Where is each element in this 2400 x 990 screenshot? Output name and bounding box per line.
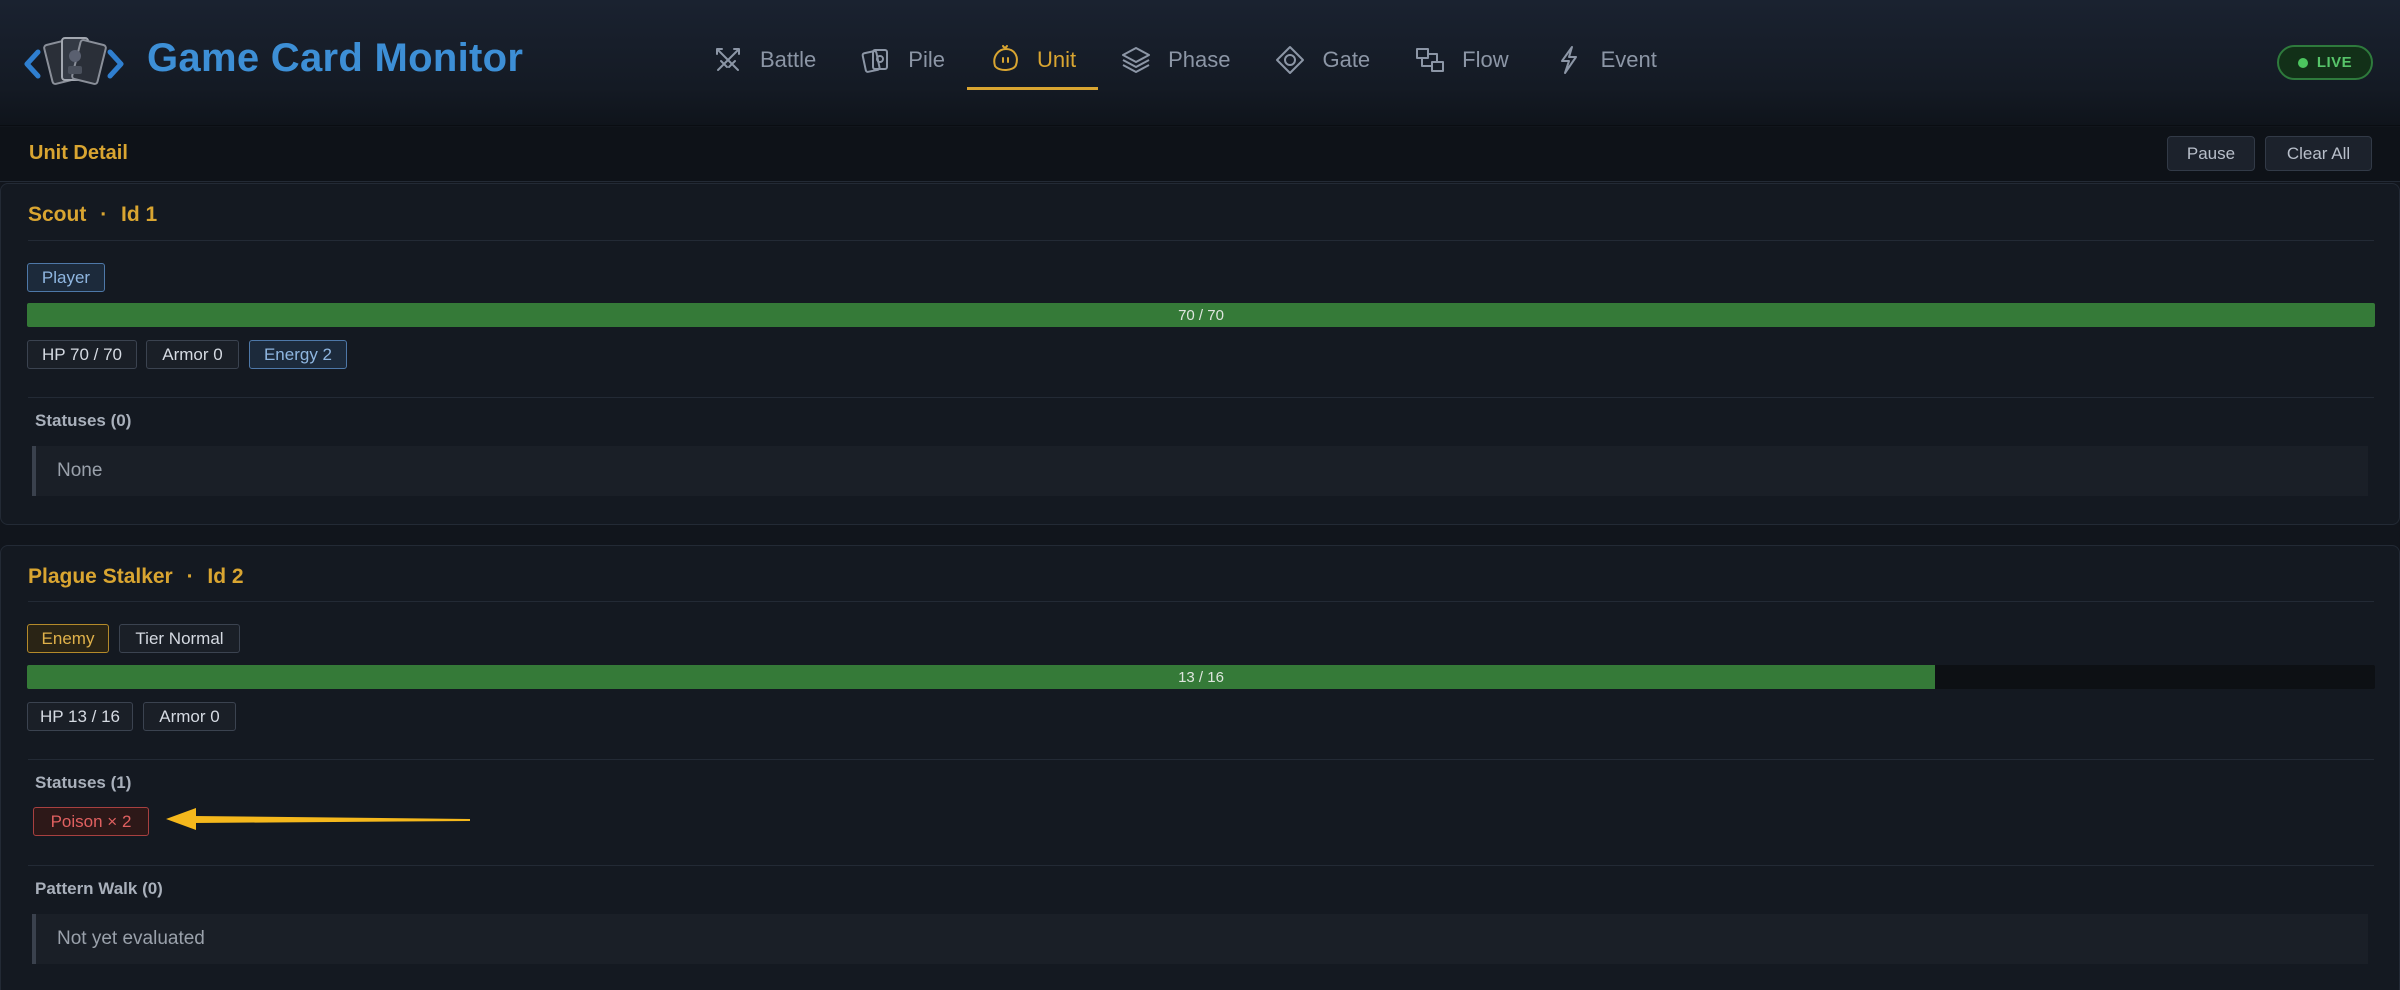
tab-flow[interactable]: Flow (1392, 30, 1530, 90)
layers-icon (1122, 47, 1151, 73)
app-title: Game Card Monitor (147, 36, 524, 80)
tab-battle[interactable]: Battle (690, 30, 838, 90)
main-nav: Battle Pile Unit Phase Gate Flow Event (690, 30, 1679, 90)
statuses-empty: None (32, 446, 2368, 496)
unit-card: Scout · Id 1 Player 70 / 70 HP 70 / 70 A… (0, 183, 2400, 525)
tab-gate-label: Gate (1322, 47, 1371, 72)
divider (28, 759, 2374, 760)
divider (28, 240, 2374, 241)
page-title: Unit Detail (29, 142, 128, 164)
divider (28, 397, 2374, 398)
energy-stat: Energy 2 (249, 340, 347, 369)
flow-icon (1416, 48, 1445, 72)
tab-pile[interactable]: Pile (838, 30, 967, 90)
detail-toolbar: Unit Detail (0, 127, 2400, 182)
swords-icon (716, 48, 740, 71)
tab-gate[interactable]: Gate (1252, 30, 1392, 90)
pattern-walk-empty: Not yet evaluated (32, 914, 2368, 964)
title-separator: · (100, 203, 108, 226)
armor-stat: Armor 0 (146, 340, 239, 369)
app-logo-icon[interactable] (22, 26, 126, 102)
unit-name: Plague Stalker (28, 565, 173, 588)
tab-phase-label: Phase (1168, 47, 1231, 72)
title-separator: · (186, 565, 194, 588)
tab-unit-label: Unit (1036, 47, 1077, 72)
bolt-icon (1560, 46, 1577, 74)
unit-id: Id 2 (207, 565, 244, 588)
tab-unit[interactable]: Unit (966, 30, 1099, 90)
status-badge-poison[interactable]: Poison × 2 (33, 807, 149, 836)
divider (28, 865, 2374, 866)
tab-event-label: Event (1600, 47, 1657, 72)
statuses-label: Statuses (0) (35, 411, 132, 430)
statuses-label: Statuses (1) (35, 773, 132, 792)
faction-tag: Player (27, 263, 105, 292)
clear-all-button[interactable]: Clear All (2265, 136, 2372, 171)
hp-stat: HP 70 / 70 (27, 340, 137, 369)
tab-phase[interactable]: Phase (1098, 30, 1252, 90)
hp-bar-text: 13 / 16 (1178, 668, 1224, 686)
pattern-walk-label: Pattern Walk (0) (35, 879, 163, 898)
app-header: Game Card Monitor Battle Pile Unit Phase… (0, 0, 2400, 126)
diamond-icon (1276, 46, 1305, 74)
unit-title: Scout · Id 1 (28, 203, 157, 227)
armor-stat: Armor 0 (143, 702, 236, 731)
live-label: LIVE (2316, 54, 2353, 71)
live-dot-icon (2297, 57, 2308, 68)
tab-battle-label: Battle (760, 47, 817, 72)
unit-title: Plague Stalker · Id 2 (28, 565, 244, 589)
unit-name: Scout (28, 203, 87, 226)
hp-stat: HP 13 / 16 (27, 702, 133, 731)
tab-pile-label: Pile (908, 47, 945, 72)
tier-tag: Tier Normal (119, 624, 240, 653)
faction-tag: Enemy (27, 624, 109, 653)
annotation-arrow-icon (166, 808, 470, 830)
tab-event[interactable]: Event (1531, 30, 1679, 90)
creature-icon (993, 45, 1018, 71)
unit-id: Id 1 (121, 203, 158, 226)
live-status-badge: LIVE (2277, 45, 2373, 80)
unit-card: Plague Stalker · Id 2 Enemy Tier Normal … (0, 545, 2400, 990)
tab-flow-label: Flow (1462, 47, 1509, 72)
hp-bar: 70 / 70 (27, 303, 2375, 327)
hp-bar-text: 70 / 70 (1178, 306, 1224, 324)
divider (28, 601, 2374, 602)
hp-bar: 13 / 16 (27, 665, 2375, 689)
cards-icon (861, 49, 889, 73)
pause-button[interactable]: Pause (2167, 136, 2255, 171)
